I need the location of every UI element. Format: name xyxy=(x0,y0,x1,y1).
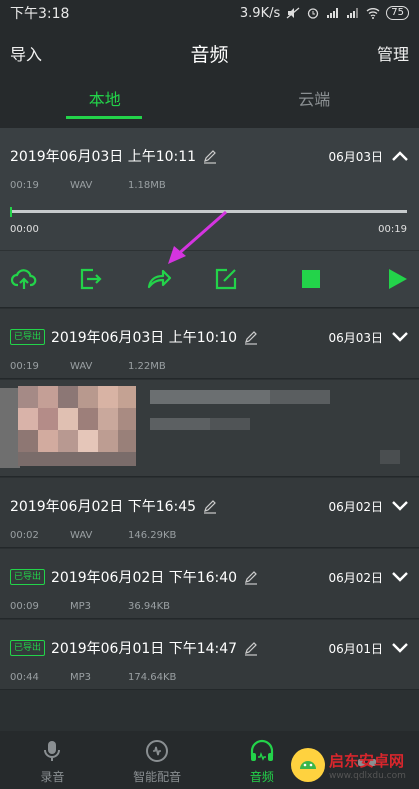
alarm-icon xyxy=(308,8,319,19)
signal-icon xyxy=(327,8,339,18)
recording-header: 2019年06月03日 上午10:11 06月03日 xyxy=(10,146,409,166)
redacted-content xyxy=(0,380,419,477)
edit-icon[interactable] xyxy=(202,498,218,514)
page-title: 音频 xyxy=(190,43,229,66)
recording-meta: 00:02 WAV 146.29KB xyxy=(10,530,176,541)
nav-record-label: 录音 xyxy=(40,770,65,784)
exported-badge: 已导出 xyxy=(10,329,46,345)
wifi-icon xyxy=(366,8,380,19)
manage-button[interactable]: 管理 xyxy=(377,41,409,65)
recording-header: 2019年06月02日 下午16:45 06月02日 xyxy=(10,496,409,516)
signal-icon-2 xyxy=(347,8,359,18)
chevron-down-icon[interactable] xyxy=(391,499,409,513)
recording-duration: 00:19 xyxy=(10,361,39,372)
watermark-logo xyxy=(291,748,325,782)
recording-format: MP3 xyxy=(70,672,92,683)
chevron-down-icon[interactable] xyxy=(391,641,409,655)
mute-icon xyxy=(286,7,300,19)
tab-local[interactable]: 本地 xyxy=(0,80,210,128)
recording-title: 2019年06月03日 上午10:11 xyxy=(10,149,197,165)
annotation-arrow xyxy=(168,210,227,264)
edit-icon[interactable] xyxy=(243,569,259,585)
recording-date: 06月01日 xyxy=(328,641,383,656)
export-icon[interactable] xyxy=(76,265,104,293)
recording-size: 174.64KB xyxy=(128,672,177,683)
headphones-icon xyxy=(250,739,273,761)
watermark: 启东安卓网 www.qdlxdu.com xyxy=(291,743,415,787)
network-speed: 3.9K/s xyxy=(239,5,281,21)
recording-format: MP3 xyxy=(70,601,92,612)
status-time: 下午3:18 xyxy=(10,6,70,22)
recording-meta: 00:44 MP3 174.64KB xyxy=(10,672,176,683)
total-time: 00:19 xyxy=(378,224,407,235)
recording-meta: 00:09 MP3 36.94KB xyxy=(10,601,170,612)
recording-title: 2019年06月02日 下午16:40 xyxy=(51,570,238,586)
recording-header: 已导出 2019年06月02日 下午16:40 06月02日 xyxy=(10,567,409,587)
status-icons: 3.9K/s 75 xyxy=(240,6,409,21)
mic-icon xyxy=(44,741,61,761)
tab-bar: 本地 云端 xyxy=(0,80,419,128)
recording-item[interactable]: 2019年06月02日 下午16:45 06月02日 00:02 WAV 146… xyxy=(0,478,419,548)
nav-dubbing[interactable]: 智能配音 xyxy=(105,731,210,789)
recording-date: 06月03日 xyxy=(328,330,383,345)
recording-size: 146.29KB xyxy=(128,530,177,541)
recording-title: 2019年06月03日 上午10:10 xyxy=(51,330,238,346)
recording-date: 06月03日 xyxy=(328,149,383,164)
recording-duration: 00:19 xyxy=(10,180,39,191)
recording-header: 已导出 2019年06月03日 上午10:10 06月03日 xyxy=(10,327,409,347)
share-icon[interactable] xyxy=(145,265,173,293)
recording-duration: 00:02 xyxy=(10,530,39,541)
recording-size: 1.22MB xyxy=(128,361,166,372)
exported-badge: 已导出 xyxy=(10,640,46,656)
recording-meta: 00:19 WAV 1.22MB xyxy=(10,361,166,372)
chevron-down-icon[interactable] xyxy=(391,570,409,584)
recording-header: 已导出 2019年06月01日 下午14:47 06月01日 xyxy=(10,638,409,658)
recording-date: 06月02日 xyxy=(328,499,383,514)
edit-icon[interactable] xyxy=(243,640,259,656)
import-button[interactable]: 导入 xyxy=(10,41,42,65)
recording-duration: 00:09 xyxy=(10,601,39,612)
nav-audio-label: 音频 xyxy=(249,770,274,784)
stop-icon[interactable] xyxy=(297,265,325,293)
recording-title: 2019年06月02日 下午16:45 xyxy=(10,499,197,515)
recording-format: WAV xyxy=(70,180,93,191)
status-bar: 下午3:18 3.9K/s 75 xyxy=(0,0,419,26)
chevron-up-icon[interactable] xyxy=(391,149,409,163)
progress-thumb[interactable] xyxy=(10,207,12,217)
nav-record[interactable]: 录音 xyxy=(0,731,105,789)
recording-duration: 00:44 xyxy=(10,672,39,683)
recording-item[interactable]: 已导出 2019年06月03日 上午10:10 06月03日 00:19 WAV… xyxy=(0,309,419,379)
recording-item[interactable]: 已导出 2019年06月01日 下午14:47 06月01日 00:44 MP3… xyxy=(0,620,419,690)
recording-format: WAV xyxy=(70,530,93,541)
play-icon[interactable] xyxy=(383,265,411,293)
nav-dubbing-label: 智能配音 xyxy=(133,770,182,784)
recording-format: WAV xyxy=(70,361,93,372)
recording-meta: 00:19 WAV 1.18MB xyxy=(10,180,166,191)
app-header: 导入 音频 管理 xyxy=(0,26,419,80)
watermark-url: www.qdlxdu.com xyxy=(329,770,406,781)
cloud-upload-icon[interactable] xyxy=(10,265,38,293)
chevron-down-icon[interactable] xyxy=(391,330,409,344)
dubbing-icon xyxy=(146,740,169,762)
recording-size: 36.94KB xyxy=(128,601,171,612)
recording-date: 06月02日 xyxy=(328,570,383,585)
recording-item[interactable]: 已导出 2019年06月02日 下午16:40 06月02日 00:09 MP3… xyxy=(0,549,419,619)
exported-badge: 已导出 xyxy=(10,569,46,585)
recording-title: 2019年06月01日 下午14:47 xyxy=(51,641,238,657)
tab-cloud[interactable]: 云端 xyxy=(210,80,419,128)
recording-size: 1.18MB xyxy=(128,180,166,191)
edit-icon[interactable] xyxy=(243,329,259,345)
battery-indicator: 75 xyxy=(386,6,409,20)
edit-icon[interactable] xyxy=(202,148,218,164)
current-time: 00:00 xyxy=(10,224,39,235)
rename-icon[interactable] xyxy=(212,265,240,293)
watermark-title: 启东安卓网 xyxy=(329,751,405,770)
